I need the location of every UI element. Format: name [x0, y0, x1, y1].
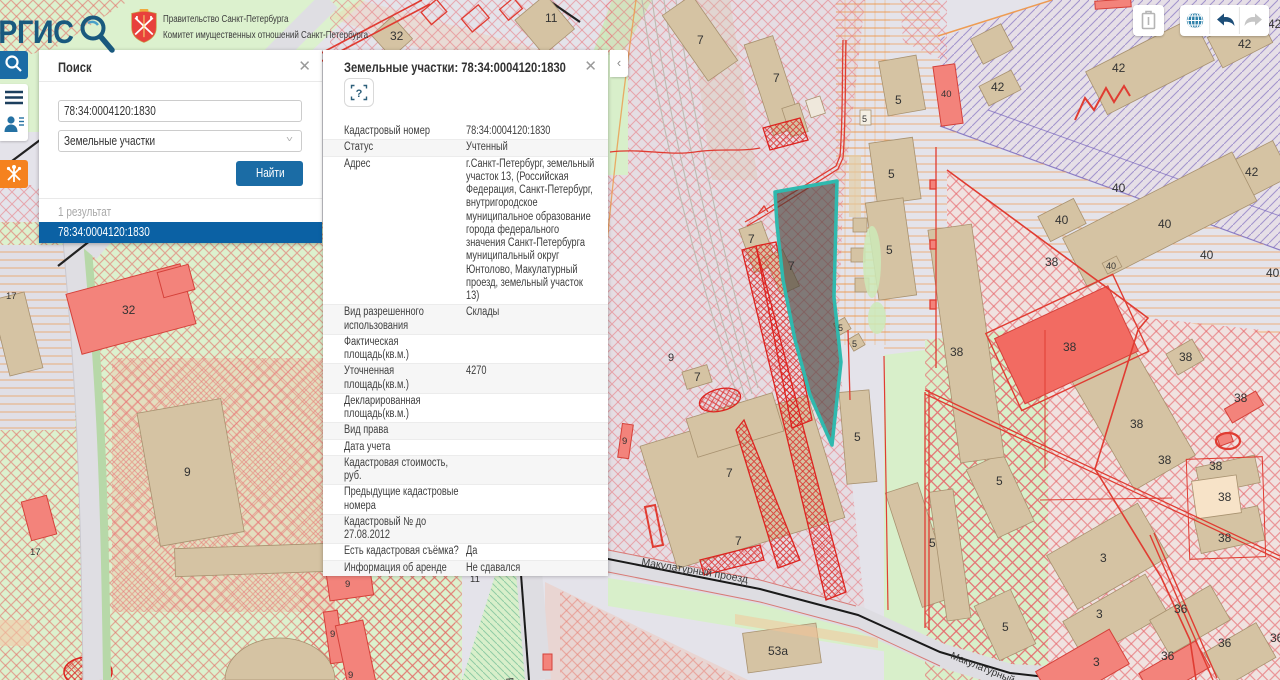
- svg-text:38: 38: [1158, 453, 1172, 467]
- svg-text:9: 9: [622, 436, 627, 447]
- svg-text:53а: 53а: [768, 644, 788, 658]
- svg-text:5: 5: [895, 93, 902, 107]
- svg-text:38: 38: [1130, 417, 1144, 431]
- svg-text:42: 42: [991, 80, 1005, 94]
- svg-text:36: 36: [1270, 631, 1280, 645]
- svg-text:9: 9: [345, 579, 350, 590]
- svg-text:38: 38: [1209, 459, 1223, 473]
- svg-text:36: 36: [1218, 636, 1232, 650]
- svg-text:7: 7: [773, 71, 780, 85]
- svg-text:5: 5: [929, 536, 936, 550]
- svg-text:17: 17: [30, 547, 41, 558]
- svg-text:7: 7: [697, 33, 704, 47]
- svg-text:5: 5: [862, 114, 867, 124]
- svg-text:42: 42: [1238, 37, 1252, 51]
- svg-text:40: 40: [1266, 266, 1280, 280]
- svg-text:7: 7: [694, 370, 701, 384]
- svg-text:38: 38: [1218, 490, 1232, 504]
- svg-text:5: 5: [852, 339, 857, 349]
- svg-text:5: 5: [838, 323, 843, 333]
- svg-text:3: 3: [1096, 607, 1103, 621]
- svg-text:32: 32: [122, 303, 136, 317]
- svg-text:40: 40: [1158, 217, 1172, 231]
- svg-text:36: 36: [1161, 649, 1175, 663]
- svg-text:3: 3: [1093, 655, 1100, 669]
- svg-text:38: 38: [1063, 340, 1077, 354]
- svg-text:38: 38: [1179, 350, 1193, 364]
- svg-text:38: 38: [1045, 255, 1059, 269]
- svg-text:38: 38: [950, 345, 964, 359]
- svg-text:?: ?: [356, 88, 363, 100]
- svg-text:40: 40: [1200, 248, 1214, 262]
- svg-text:7: 7: [788, 259, 795, 273]
- svg-text:38: 38: [1234, 391, 1248, 405]
- svg-text:42: 42: [1268, 17, 1280, 31]
- svg-text:36: 36: [1174, 602, 1188, 616]
- svg-text:5: 5: [854, 430, 861, 444]
- svg-text:40: 40: [941, 89, 952, 100]
- svg-text:5: 5: [1002, 620, 1009, 634]
- svg-text:42: 42: [1245, 165, 1259, 179]
- svg-text:5: 5: [996, 474, 1003, 488]
- svg-text:40: 40: [1055, 213, 1069, 227]
- svg-text:11: 11: [545, 11, 558, 25]
- svg-text:9: 9: [184, 465, 191, 479]
- svg-text:40: 40: [1106, 261, 1116, 271]
- svg-text:РГИС: РГИС: [0, 15, 74, 51]
- svg-text:5: 5: [886, 243, 893, 257]
- svg-text:9: 9: [330, 629, 335, 640]
- svg-text:7: 7: [748, 232, 755, 246]
- svg-text:40: 40: [1112, 181, 1126, 195]
- svg-text:9: 9: [348, 670, 353, 680]
- svg-text:7: 7: [735, 534, 742, 548]
- svg-text:3: 3: [1100, 551, 1107, 565]
- svg-text:5: 5: [888, 167, 895, 181]
- svg-text:17: 17: [6, 291, 17, 302]
- svg-text:7: 7: [726, 466, 733, 480]
- svg-text:38: 38: [1218, 531, 1232, 545]
- svg-text:9: 9: [668, 352, 674, 364]
- svg-text:42: 42: [1112, 61, 1126, 75]
